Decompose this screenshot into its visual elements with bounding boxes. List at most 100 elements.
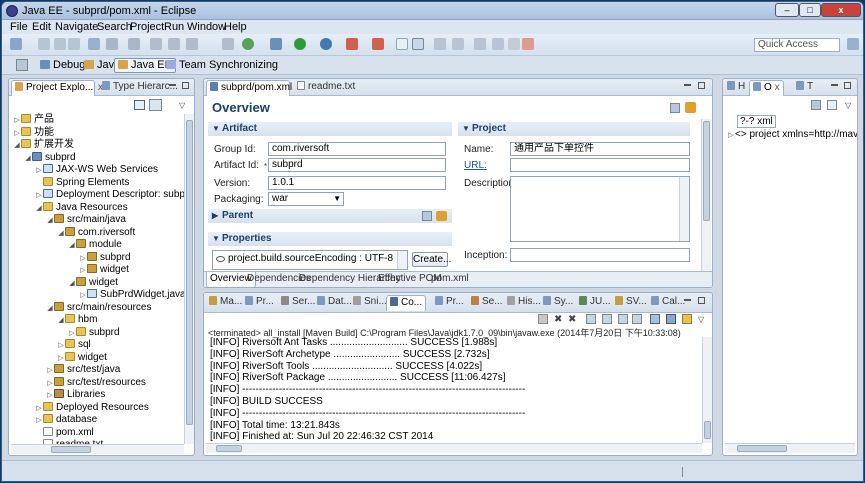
tree-item[interactable]: ▷ database bbox=[11, 414, 97, 426]
group-id-field[interactable]: com.riversoft bbox=[268, 142, 446, 156]
view-menu-icon[interactable]: ▽ bbox=[845, 101, 851, 110]
expand-icon[interactable]: ▷ bbox=[13, 115, 21, 127]
profile-icon[interactable] bbox=[372, 38, 384, 50]
collapse-icon[interactable]: ◢ bbox=[35, 203, 43, 215]
explorer-vscrollbar[interactable] bbox=[184, 114, 194, 444]
quick-access-input[interactable]: Quick Access bbox=[754, 38, 840, 52]
expand-icon[interactable]: ▷ bbox=[79, 253, 87, 265]
tree-item[interactable]: ▷ Deployed Resources bbox=[11, 401, 149, 415]
view-menu-icon[interactable]: ▽ bbox=[698, 315, 704, 324]
tab-project-explorer[interactable]: Project Explo... x bbox=[11, 80, 103, 96]
tab-pom-source[interactable]: pom.xml bbox=[428, 272, 472, 287]
remove-launch-icon[interactable]: ✖ bbox=[554, 314, 562, 325]
tab-readme[interactable]: readme.txt bbox=[294, 80, 358, 96]
maximize-view-icon[interactable] bbox=[698, 82, 705, 89]
remove-all-icon[interactable]: ✖ bbox=[568, 314, 576, 325]
console-vscroll-thumb[interactable] bbox=[704, 421, 711, 439]
properties-scrollbar[interactable] bbox=[397, 251, 407, 269]
expand-icon[interactable]: ▷ bbox=[35, 165, 43, 177]
console-view-tab[interactable]: His... bbox=[504, 295, 544, 311]
console-view-tab[interactable]: Ser... bbox=[278, 295, 318, 311]
open-console-icon[interactable] bbox=[682, 314, 692, 324]
tree-item[interactable]: ▷ sql bbox=[11, 339, 91, 351]
prev-annotation-icon[interactable] bbox=[434, 38, 446, 50]
create-property-button[interactable]: Create... bbox=[412, 252, 451, 267]
outline-item-xml-decl[interactable]: ?-? xml bbox=[737, 115, 776, 128]
tab-type-hierarchy[interactable]: Type Hierarc... bbox=[99, 80, 181, 96]
console-output[interactable]: [INFO] Riversoft Ant Tasks .............… bbox=[204, 337, 700, 443]
console-view-tab[interactable]: JU... bbox=[576, 295, 614, 311]
terminate-icon[interactable] bbox=[522, 38, 534, 50]
tree-item[interactable]: ▷ subprd bbox=[11, 251, 131, 265]
url-link[interactable]: URL: bbox=[464, 160, 487, 171]
clear-console-icon[interactable] bbox=[586, 314, 596, 324]
sort-icon[interactable] bbox=[811, 100, 821, 110]
project-name-field[interactable]: 通用产品下单控件 bbox=[510, 142, 690, 156]
expand-icon[interactable]: ▷ bbox=[35, 190, 43, 202]
tree-item[interactable]: ◢ src/main/resources bbox=[11, 301, 151, 314]
collapse-all-icon[interactable] bbox=[134, 100, 145, 110]
expand-icon[interactable]: ▷ bbox=[79, 265, 87, 277]
server-icon[interactable] bbox=[128, 38, 140, 50]
tree-item[interactable]: ◢ hbm bbox=[11, 314, 97, 326]
tree-item[interactable]: ◢ module bbox=[11, 239, 122, 251]
menu-edit[interactable]: Edit bbox=[32, 21, 51, 33]
console-hscrollbar[interactable] bbox=[206, 443, 702, 453]
minimize-view-icon[interactable] bbox=[169, 84, 176, 86]
console-view-tab[interactable]: Co... bbox=[386, 295, 427, 311]
tree-item[interactable]: ▷ subprd bbox=[11, 326, 120, 339]
menu-help[interactable]: Help bbox=[224, 21, 247, 33]
run-icon[interactable] bbox=[294, 38, 306, 50]
tree-item[interactable]: ◢ widget bbox=[11, 276, 118, 289]
display-console-icon[interactable] bbox=[666, 314, 676, 324]
terminate-console-icon[interactable] bbox=[538, 314, 548, 324]
open-perspective-icon[interactable] bbox=[847, 38, 859, 50]
print-icon[interactable] bbox=[68, 38, 80, 50]
console-view-tab[interactable]: SV... bbox=[612, 295, 650, 311]
save-all-icon[interactable] bbox=[54, 38, 66, 50]
properties-list[interactable]: project.build.sourceEncoding : UTF-8 bbox=[212, 250, 408, 270]
project-url-field[interactable] bbox=[510, 158, 690, 172]
explorer-hscrollbar[interactable] bbox=[11, 444, 184, 454]
collapse-icon[interactable]: ◢ bbox=[24, 153, 32, 165]
console-vscrollbar[interactable] bbox=[702, 337, 712, 443]
minimize-view-icon[interactable] bbox=[831, 84, 838, 86]
scroll-lock-icon[interactable] bbox=[602, 314, 612, 324]
artifact-section-header[interactable]: ▼ Artifact bbox=[208, 122, 452, 136]
link-editor-icon[interactable] bbox=[149, 99, 162, 111]
show-console-icon[interactable] bbox=[632, 314, 642, 324]
tree-item[interactable]: ▷ src/test/java bbox=[11, 364, 120, 376]
expand-icon[interactable]: ▷ bbox=[727, 131, 735, 139]
tree-item[interactable]: ◢ 扩展开发 bbox=[11, 139, 74, 151]
maximize-view-icon[interactable] bbox=[182, 82, 189, 89]
pom-action-icon[interactable] bbox=[670, 103, 680, 113]
properties-section-header[interactable]: ▼ Properties bbox=[208, 232, 452, 246]
console-view-tab[interactable]: Pr... bbox=[432, 295, 467, 311]
expand-icon[interactable]: ▷ bbox=[35, 403, 43, 415]
next-annotation-icon[interactable] bbox=[452, 38, 464, 50]
tree-item[interactable]: ▷ widget bbox=[11, 351, 107, 364]
block-select-icon[interactable] bbox=[412, 38, 424, 50]
editor-vscroll-thumb[interactable] bbox=[703, 121, 710, 221]
expand-icon[interactable]: ▷ bbox=[46, 365, 54, 377]
console-view-tab[interactable]: Se... bbox=[468, 295, 506, 311]
close-icon[interactable]: x bbox=[775, 82, 780, 93]
tree-item[interactable]: ▷ Libraries bbox=[11, 389, 105, 401]
menu-window[interactable]: Window bbox=[187, 21, 226, 33]
new-icon[interactable] bbox=[10, 38, 22, 50]
cut-icon[interactable] bbox=[106, 38, 118, 50]
console-view-tab[interactable]: Sni... bbox=[350, 295, 390, 311]
tab-outline[interactable]: O x bbox=[749, 80, 784, 96]
collapse-all-icon[interactable] bbox=[827, 100, 837, 110]
close-button[interactable]: x bbox=[821, 3, 861, 17]
minimize-button[interactable]: – bbox=[775, 3, 799, 17]
collapse-icon[interactable]: ◢ bbox=[57, 228, 65, 240]
search-icon[interactable] bbox=[168, 38, 180, 50]
collapse-icon[interactable]: ◢ bbox=[13, 140, 21, 152]
console-view-tab[interactable]: Cal... bbox=[648, 295, 688, 311]
save-icon[interactable] bbox=[38, 38, 50, 50]
expand-icon[interactable]: ▷ bbox=[79, 290, 87, 302]
tab-t[interactable]: T bbox=[793, 80, 816, 96]
version-field[interactable]: 1.0.1 bbox=[268, 176, 446, 190]
menu-navigate[interactable]: Navigate bbox=[55, 21, 98, 33]
